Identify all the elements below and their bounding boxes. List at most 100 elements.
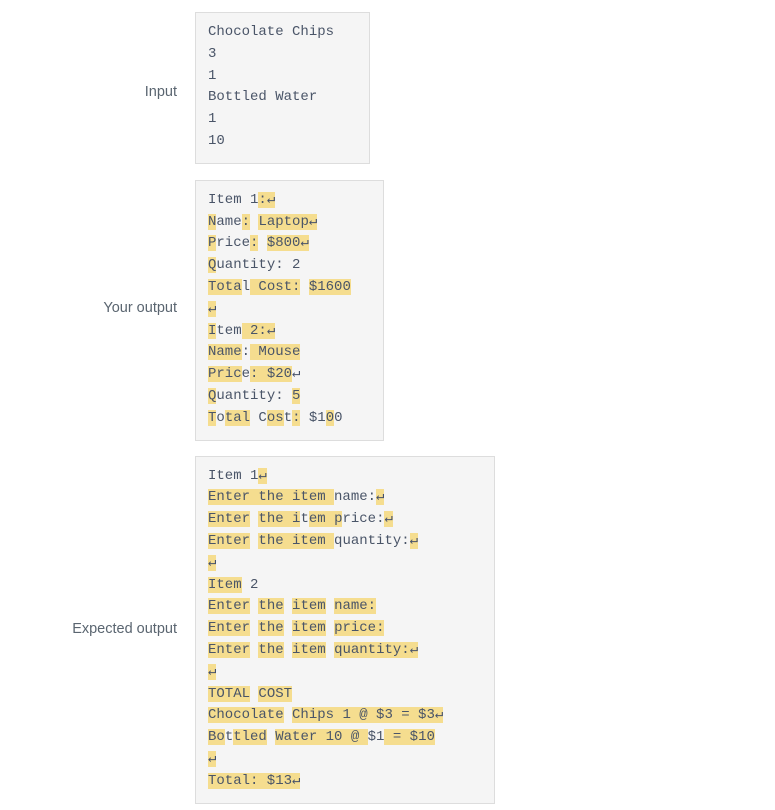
your-output-label: Your output — [103, 299, 177, 316]
diff-highlight-run: : — [241, 213, 251, 230]
code-line: Quantity: 5 — [208, 386, 371, 408]
diff-highlight-run: : — [376, 620, 385, 637]
diff-highlight-run: 0 — [325, 409, 335, 426]
code-line: Bottled Water — [208, 87, 357, 109]
code-run: 10 — [208, 132, 225, 149]
diff-highlight-run: = $10 — [384, 729, 435, 746]
code-run: e — [241, 366, 251, 383]
diff-highlight-run: COST — [258, 685, 293, 702]
diff-highlight-run: the — [258, 641, 284, 658]
code-run — [326, 642, 334, 658]
your-output-row: Your output Item 1:↵ Name: Laptop↵ Price: … — [0, 179, 775, 441]
code-line: 3 — [208, 44, 357, 66]
code-run: C — [250, 409, 267, 426]
input-row: Input Chocolate Chips 3 1 Bottled Water 1 10 — [0, 12, 775, 164]
diff-results-page: Input Chocolate Chips 3 1 Bottled Water 1 10 … — [0, 0, 775, 810]
input-label: Input — [144, 84, 177, 100]
code-line: 1 — [208, 66, 357, 88]
code-run: 2 — [241, 576, 259, 593]
expected-output-panel: Item 1↵ Enter the item name:↵ Enter the it… — [195, 455, 495, 804]
code-run: 0 — [334, 409, 343, 426]
code-run: ame — [216, 213, 242, 230]
diff-highlight-run: the — [258, 598, 284, 615]
code-run — [300, 279, 308, 295]
diff-highlight-run: item — [292, 598, 326, 615]
code-run: $1 — [367, 729, 385, 746]
diff-highlight-run: the — [258, 620, 284, 637]
diff-highlight-run: Chocolate — [208, 707, 284, 724]
code-line: Total Cost: $100 — [208, 408, 371, 430]
code-run: 3 — [208, 45, 217, 62]
diff-highlight-run: $800 — [266, 235, 301, 252]
diff-highlight-run: ↵ — [300, 235, 309, 252]
diff-highlight-run: Bo — [208, 729, 225, 746]
code-run: l — [241, 278, 251, 295]
code-line: Name: Laptop↵ — [208, 212, 371, 234]
diff-highlight-run: ↵ — [409, 641, 419, 658]
diff-highlight-run: os — [266, 409, 284, 426]
diff-highlight-run: 1 @ $3 = $3 — [334, 707, 435, 724]
code-run: o — [216, 409, 225, 426]
diff-highlight-run: ↵ — [208, 750, 217, 767]
diff-highlight-run: : — [250, 366, 267, 383]
code-run: t — [224, 729, 234, 746]
your-output-panel: Item 1:↵ Name: Laptop↵ Price: $800↵ Quantit… — [195, 179, 384, 441]
code-line: Item 2:↵ — [208, 321, 371, 343]
diff-highlight-run: $1600 — [308, 278, 351, 295]
code-line: Item 1:↵ — [208, 190, 371, 212]
diff-highlight-run: Item — [208, 576, 242, 593]
diff-highlight-run: ↵ — [308, 213, 318, 230]
code-run: t — [300, 511, 309, 528]
code-run: name: — [334, 489, 377, 506]
code-run: quantity: — [334, 532, 410, 549]
code-run: Bottled Water — [208, 89, 318, 106]
diff-highlight-run: the item — [258, 532, 335, 549]
code-line: Price: $800↵ — [208, 233, 371, 255]
diff-highlight-run: tled — [233, 729, 267, 746]
diff-highlight-run: Total: $13 — [208, 772, 293, 789]
code-run: : — [241, 344, 251, 361]
code-run — [267, 729, 275, 745]
diff-highlight-run: Enter — [208, 598, 251, 615]
code-run — [284, 598, 292, 614]
diff-highlight-run: ↵ — [434, 707, 444, 724]
diff-highlight-run: quantity: — [334, 641, 410, 658]
code-line: Enter the item price: — [208, 618, 482, 640]
code-line: Enter the item quantity:↵ — [208, 640, 482, 662]
diff-highlight-run: ↵ — [208, 554, 217, 571]
code-line: ↵ — [208, 299, 371, 321]
code-line: 10 — [208, 131, 357, 153]
diff-highlight-run: ↵ — [376, 489, 385, 506]
code-run: rice: — [342, 511, 385, 528]
expected-output-label: Expected output — [72, 620, 177, 637]
code-run: tem — [216, 322, 242, 339]
code-line: Chocolate Chips 1 @ $3 = $3↵ — [208, 705, 482, 727]
code-run: uantity: 2 — [216, 257, 301, 274]
code-line: TOTAL COST — [208, 684, 482, 706]
diff-highlight-run: ↵ — [409, 532, 419, 549]
diff-highlight-run: Enter — [208, 511, 251, 528]
diff-highlight-run: Enter — [208, 641, 251, 658]
diff-highlight-run: Enter — [208, 620, 251, 637]
diff-highlight-run: Enter the item — [208, 489, 335, 506]
code-line: Enter the item name: — [208, 596, 482, 618]
code-run: $1 — [300, 409, 326, 426]
code-line: Chocolate Chips — [208, 22, 357, 44]
code-line: Enter the item name:↵ — [208, 487, 482, 509]
code-run: Chocolate Chips — [208, 24, 335, 40]
diff-highlight-run: Chips — [292, 707, 335, 724]
code-line: Quantity: 2 — [208, 255, 371, 277]
code-line: ↵ — [208, 749, 482, 771]
code-run — [258, 235, 266, 251]
diff-highlight-run: ↵ — [266, 322, 276, 339]
expected-output-row: Expected output Item 1↵ Enter the item na… — [0, 455, 775, 804]
diff-highlight-run: Tota — [208, 278, 242, 295]
code-line: Bottled Water 10 @ $1 = $10 — [208, 727, 482, 749]
code-run: Item 1 — [208, 191, 259, 208]
code-line: Total: $13↵ — [208, 771, 482, 793]
diff-highlight-run: Pric — [208, 366, 242, 383]
code-line: Enter the item price:↵ — [208, 509, 482, 531]
code-line: Item 2 — [208, 575, 482, 597]
code-run — [284, 707, 292, 723]
diff-highlight-run: Water 10 @ — [275, 729, 368, 746]
